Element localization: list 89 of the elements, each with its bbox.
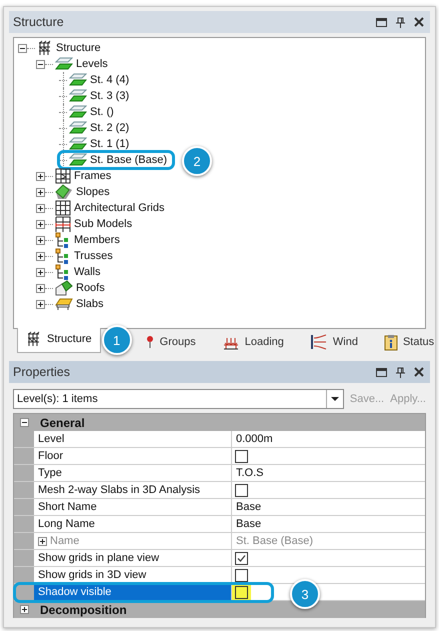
- tree-item[interactable]: St. 4 (4): [90, 74, 130, 86]
- expand-icon[interactable]: [36, 236, 45, 244]
- expand-icon[interactable]: [36, 188, 45, 196]
- slope-icon: [55, 184, 73, 200]
- floor-plates-icon: [69, 73, 87, 87]
- hierarchy-icon: [55, 264, 71, 280]
- info-clipboard-icon: [384, 334, 398, 350]
- close-icon[interactable]: [414, 367, 424, 377]
- maximize-icon[interactable]: [376, 368, 387, 376]
- expand-icon[interactable]: [36, 252, 45, 260]
- tree-item[interactable]: St. 1 (1): [90, 138, 130, 150]
- tree-item[interactable]: Trusses: [74, 250, 113, 262]
- callout-badge: 3: [290, 579, 320, 609]
- floor-plates-icon: [69, 121, 87, 135]
- hierarchy-icon: [55, 232, 71, 248]
- tree-item[interactable]: St. 3 (3): [90, 90, 130, 102]
- pin-dot-icon: [144, 335, 155, 349]
- expand-icon[interactable]: [36, 300, 45, 308]
- slab-icon: [55, 297, 73, 311]
- tree-item[interactable]: St. 2 (2): [90, 122, 130, 134]
- property-name[interactable]: Shadow visible: [34, 584, 232, 600]
- property-value: Base: [236, 501, 262, 513]
- property-value: Base: [236, 518, 262, 530]
- roof-icon: [55, 280, 73, 296]
- expand-icon[interactable]: [36, 268, 45, 276]
- maximize-icon[interactable]: [376, 18, 387, 26]
- tree-item[interactable]: Roofs: [76, 282, 105, 294]
- floor-plates-icon: [69, 137, 87, 151]
- checkbox[interactable]: [235, 484, 248, 496]
- property-value: St. Base (Base): [236, 535, 314, 547]
- tree-item[interactable]: St. (): [90, 106, 114, 118]
- property-value: 0.000m: [236, 433, 273, 445]
- selection-dropdown[interactable]: Level(s): 1 items: [13, 389, 344, 409]
- tab[interactable]: Loading: [214, 331, 292, 353]
- tab[interactable]: Groups: [136, 331, 204, 353]
- checkbox[interactable]: [235, 568, 248, 582]
- tree-item[interactable]: Members: [74, 234, 120, 246]
- collapse-icon[interactable]: [18, 44, 27, 52]
- expand-icon[interactable]: [20, 605, 28, 614]
- close-icon[interactable]: [414, 17, 424, 27]
- hierarchy-icon: [55, 248, 71, 264]
- tree-item[interactable]: Sub Models: [74, 218, 132, 230]
- expand-icon[interactable]: [36, 220, 45, 228]
- property-name[interactable]: Type: [34, 465, 232, 481]
- callout-badge: 2: [182, 146, 212, 176]
- property-name[interactable]: Level: [34, 431, 232, 447]
- tree-item[interactable]: Walls: [74, 266, 100, 278]
- collapse-icon[interactable]: [20, 418, 28, 427]
- property-name[interactable]: Mesh 2-way Slabs in 3D Analysis: [34, 482, 232, 498]
- wind-icon: [310, 334, 328, 350]
- submodel-icon: [55, 216, 71, 232]
- tab[interactable]: Status: [376, 331, 435, 353]
- frame-structure-icon: [37, 40, 53, 56]
- callout-badge: 1: [102, 325, 132, 355]
- property-name[interactable]: Floor: [34, 448, 232, 464]
- floor-plates-icon: [69, 153, 87, 167]
- panel-title: Properties: [13, 365, 70, 379]
- checkbox[interactable]: [235, 586, 248, 598]
- tree-item[interactable]: St. Base (Base): [90, 154, 168, 166]
- expand-icon[interactable]: [36, 172, 45, 180]
- tab[interactable]: Wind: [302, 331, 366, 353]
- property-name[interactable]: Long Name: [34, 516, 232, 532]
- floor-plates-icon: [69, 89, 87, 103]
- collapse-icon[interactable]: [36, 60, 45, 68]
- property-name[interactable]: Show grids in 3D view: [34, 567, 232, 583]
- dropdown-arrow-icon: [330, 397, 339, 401]
- tree-item[interactable]: Frames: [74, 170, 112, 182]
- panel-title: Structure: [13, 15, 64, 29]
- tree-item[interactable]: Structure: [56, 42, 101, 54]
- tree-item[interactable]: Slopes: [76, 186, 110, 198]
- floor-plates-icon: [69, 105, 87, 119]
- pin-icon[interactable]: [396, 16, 405, 28]
- tree-item[interactable]: Levels: [76, 58, 108, 70]
- category-header[interactable]: General: [34, 416, 85, 430]
- property-name[interactable]: Show grids in plane view: [34, 550, 232, 566]
- expand-icon[interactable]: [36, 204, 45, 212]
- tree-item[interactable]: Slabs: [76, 298, 104, 310]
- frame-structure-icon: [26, 331, 42, 347]
- checkbox[interactable]: [235, 450, 248, 462]
- grid-icon: [55, 200, 71, 216]
- checkbox[interactable]: [235, 552, 248, 564]
- floor-plates-icon: [55, 57, 73, 71]
- tree-item[interactable]: Architectural Grids: [74, 202, 164, 214]
- property-name[interactable]: Short Name: [34, 499, 232, 515]
- frame-icon: [55, 168, 71, 184]
- expand-icon[interactable]: [36, 284, 45, 292]
- property-value: T.O.S: [236, 467, 264, 479]
- pin-icon[interactable]: [396, 366, 405, 378]
- category-header[interactable]: Decomposition: [34, 602, 127, 616]
